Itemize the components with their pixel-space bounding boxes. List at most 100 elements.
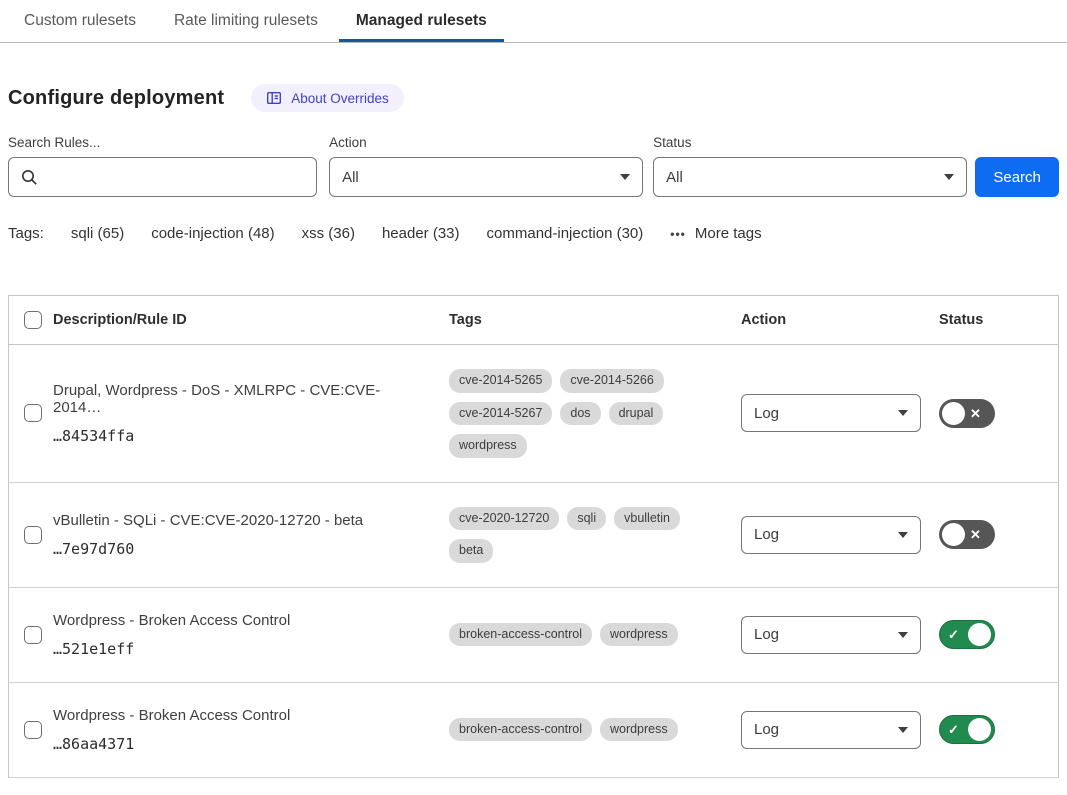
row-checkbox[interactable] [24,626,42,644]
tab-bar: Custom rulesetsRate limiting rulesetsMan… [0,0,1067,43]
page-header: Configure deployment About Overrides [8,84,1059,112]
tag-pills: cve-2014-5265 cve-2014-5266 cve-2014-5267 d… [449,369,741,458]
x-icon: ✕ [965,528,986,541]
rule-description: Wordpress - Broken Access Control [53,612,425,629]
table-row: vBulletin - SQLi - CVE:CVE-2020-12720 - … [9,483,1058,588]
rule-tags-cell: broken-access-control wordpress [449,718,741,742]
rule-id: …86aa4371 [53,735,425,753]
table-row: Wordpress - Broken Access Control…86aa43… [9,683,1058,778]
column-header-action: Action [741,312,939,328]
row-checkbox[interactable] [24,526,42,544]
tag-pill-cve-2014-5267: cve-2014-5267 [449,402,552,426]
chevron-down-icon [898,727,908,733]
rule-id: …7e97d760 [53,540,425,558]
rule-action-select[interactable]: Log [741,711,921,749]
action-filter-group: Action All [329,135,643,197]
rule-id: …521e1eff [53,640,425,658]
rule-tags-cell: cve-2020-12720sqlivbulletinbeta [449,507,741,563]
tag-filter-xss[interactable]: xss (36) [302,225,355,242]
row-checkbox[interactable] [24,721,42,739]
tag-pill-cve-2020-12720: cve-2020-12720 [449,507,559,531]
rule-tags-cell: broken-access-controlwordpress [449,623,741,647]
tag-pill-wordpress: wordpress [600,718,678,742]
chevron-down-icon [620,174,630,180]
chevron-down-icon [898,632,908,638]
row-checkbox-cell [9,526,53,544]
tag-filter-command-injection[interactable]: command-injection (30) [487,225,644,242]
status-toggle[interactable]: ✓ [939,715,995,744]
rule-status-cell: ✕ [939,399,1058,428]
rule-action-value: Log [754,721,779,738]
select-all-checkbox[interactable] [24,311,42,329]
row-checkbox[interactable] [24,404,42,422]
filter-bar: Search Rules... Action All Status All [8,135,1059,197]
rule-description-cell: Wordpress - Broken Access Control…86aa43… [53,707,449,753]
about-overrides-badge[interactable]: About Overrides [251,84,404,112]
tag-pills: cve-2020-12720sqlivbulletinbeta [449,507,741,563]
rule-action-cell: Log [741,394,939,432]
check-icon: ✓ [943,723,964,736]
tag-filter-code-injection[interactable]: code-injection (48) [151,225,274,242]
tag-pill-sqli: sqli [567,507,606,531]
chevron-down-icon [898,532,908,538]
tab-rate-limiting-rulesets[interactable]: Rate limiting rulesets [157,0,335,42]
action-filter-label: Action [329,135,643,150]
status-toggle[interactable]: ✕ [939,520,995,549]
tag-pill-cve-2014-5266: cve-2014-5266 [560,369,663,393]
x-icon: ✕ [965,407,986,420]
row-checkbox-cell [9,404,53,422]
book-icon [266,90,282,106]
rule-action-select[interactable]: Log [741,516,921,554]
rule-action-value: Log [754,405,779,422]
status-filter-select[interactable]: All [653,157,967,197]
tag-pills: broken-access-control wordpress [449,718,741,742]
search-rules-input[interactable] [47,169,304,186]
column-header-status: Status [939,312,1058,328]
status-toggle[interactable]: ✓ [939,620,995,649]
table-row: Wordpress - Broken Access Control …521e1e… [9,588,1058,683]
rule-description: vBulletin - SQLi - CVE:CVE-2020-12720 - … [53,512,425,529]
status-filter-value: All [666,169,683,186]
toggle-knob [942,402,965,425]
tag-filter-header[interactable]: header (33) [382,225,460,242]
column-header-tags: Tags [449,312,741,328]
action-filter-select[interactable]: All [329,157,643,197]
search-rules-label: Search Rules... [8,135,317,150]
rule-action-select[interactable]: Log [741,394,921,432]
rule-description: Drupal, Wordpress - DoS - XMLRPC - CVE:C… [53,382,425,416]
tab-custom-rulesets[interactable]: Custom rulesets [7,0,153,42]
rules-table: Description/Rule ID Tags Action Status D… [8,295,1059,778]
rule-action-value: Log [754,526,779,543]
table-header-row: Description/Rule ID Tags Action Status [9,296,1058,345]
status-filter-label: Status [653,135,967,150]
toggle-knob [968,718,991,741]
column-header-description: Description/Rule ID [53,312,449,328]
search-button[interactable]: Search [975,157,1059,197]
rule-action-select[interactable]: Log [741,616,921,654]
tag-links: sqli (65) code-injection (48) xss (36) head… [71,225,670,242]
action-filter-value: All [342,169,359,186]
tab-managed-rulesets[interactable]: Managed rulesets [339,0,504,42]
chevron-down-icon [944,174,954,180]
status-toggle[interactable]: ✕ [939,399,995,428]
row-checkbox-cell [9,626,53,644]
ellipsis-icon: ••• [670,227,686,241]
table-body: Drupal, Wordpress - DoS - XMLRPC - CVE:C… [9,345,1058,778]
status-filter-group: Status All [653,135,967,197]
table-row: Drupal, Wordpress - DoS - XMLRPC - CVE:C… [9,345,1058,483]
row-checkbox-cell [9,721,53,739]
rule-action-cell: Log [741,711,939,749]
tag-filter-sqli[interactable]: sqli (65) [71,225,124,242]
search-input-box [8,157,317,197]
tag-pill-broken-access-control: broken-access-control [449,718,592,742]
toggle-knob [968,623,991,646]
page-title: Configure deployment [8,87,224,110]
rule-status-cell: ✕ [939,520,1058,549]
tag-pill-cve-2014-5265: cve-2014-5265 [449,369,552,393]
about-overrides-label: About Overrides [291,91,389,106]
more-tags-button[interactable]: ••• More tags [670,225,761,242]
tag-pill-drupal: drupal [609,402,664,426]
rule-action-value: Log [754,626,779,643]
more-tags-label: More tags [695,225,762,242]
tag-pill-wordpress: wordpress [600,623,678,647]
